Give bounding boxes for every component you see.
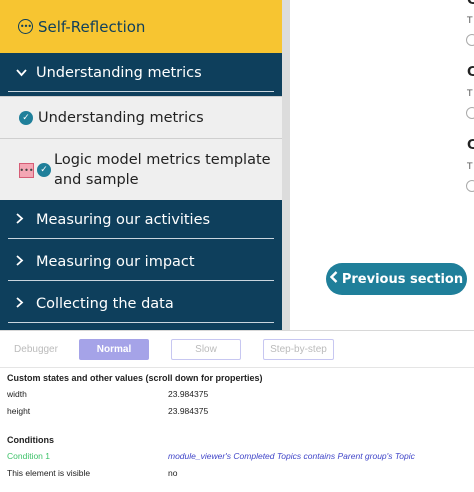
previous-section-label: Previous section — [341, 271, 464, 287]
states-title: Custom states and other values (scroll d… — [7, 373, 263, 383]
section-label: Understanding metrics — [36, 64, 202, 81]
property-value: 23.984375 — [168, 389, 209, 399]
visibility-value: no — [168, 468, 178, 478]
question-heading: C — [467, 65, 474, 80]
step-by-step-button[interactable]: Step-by-step — [263, 339, 334, 360]
check-circle-icon: ✓ — [37, 163, 51, 177]
normal-speed-button[interactable]: Normal — [79, 339, 149, 360]
question-subtext: T — [467, 162, 473, 172]
course-sidebar: ••• Self-Reflection Understanding metric… — [0, 0, 282, 330]
section-label: Measuring our activities — [36, 211, 211, 228]
question-subtext: T — [467, 89, 473, 99]
condition-key[interactable]: Condition 1 — [7, 451, 50, 461]
property-value: 23.984375 — [168, 406, 209, 416]
property-key: height — [7, 406, 31, 416]
self-reflection-item[interactable]: ••• Self-Reflection — [0, 0, 282, 53]
question-subtext: T — [467, 16, 473, 26]
section-measuring-impact[interactable]: Measuring our impact — [8, 243, 274, 281]
section-measuring-activities[interactable]: Measuring our activities — [8, 201, 274, 239]
radio-option[interactable] — [466, 180, 474, 192]
chevron-left-icon — [329, 271, 338, 287]
topic-label: Logic model metrics template and sample — [54, 152, 271, 188]
section-label: Measuring our impact — [36, 253, 195, 270]
course-viewer: ••• Self-Reflection Understanding metric… — [0, 0, 474, 330]
previous-section-button[interactable]: Previous section — [326, 263, 467, 295]
topic-logic-model-template[interactable]: ••• ✓ Logic model metrics template and s… — [0, 138, 282, 200]
chevron-right-icon — [16, 296, 30, 312]
question-heading: C — [467, 0, 474, 8]
question-heading: C — [467, 138, 474, 153]
section-label: Collecting the data — [36, 295, 174, 312]
property-key: width — [7, 389, 27, 399]
conditions-title: Conditions — [7, 435, 54, 445]
self-reflection-label: Self-Reflection — [38, 17, 146, 36]
radio-option[interactable] — [466, 34, 474, 46]
check-circle-icon: ✓ — [19, 110, 33, 125]
element-inspector: Custom states and other values (scroll d… — [0, 369, 474, 492]
debugger-tab[interactable]: Debugger — [8, 339, 64, 360]
section-understanding-metrics[interactable]: Understanding metrics — [8, 54, 274, 92]
chevron-right-icon — [16, 254, 30, 270]
condition-expression: module_viewer's Completed Topics contain… — [168, 451, 415, 461]
radio-option[interactable] — [466, 107, 474, 119]
debugger-toolbar: Debugger Normal Slow Step-by-step — [0, 330, 474, 368]
chevron-right-icon — [16, 212, 30, 228]
ellipsis-circle-icon: ••• — [18, 19, 33, 34]
topic-label: Understanding metrics — [38, 109, 204, 126]
section-collecting-data[interactable]: Collecting the data — [8, 285, 274, 323]
ellipsis-icon[interactable]: ••• — [19, 163, 34, 178]
topic-understanding-metrics[interactable]: ✓ Understanding metrics — [0, 96, 282, 138]
chevron-down-icon — [16, 65, 30, 81]
pane-divider — [282, 0, 290, 330]
visibility-key: This element is visible — [7, 468, 91, 478]
slow-speed-button[interactable]: Slow — [171, 339, 241, 360]
